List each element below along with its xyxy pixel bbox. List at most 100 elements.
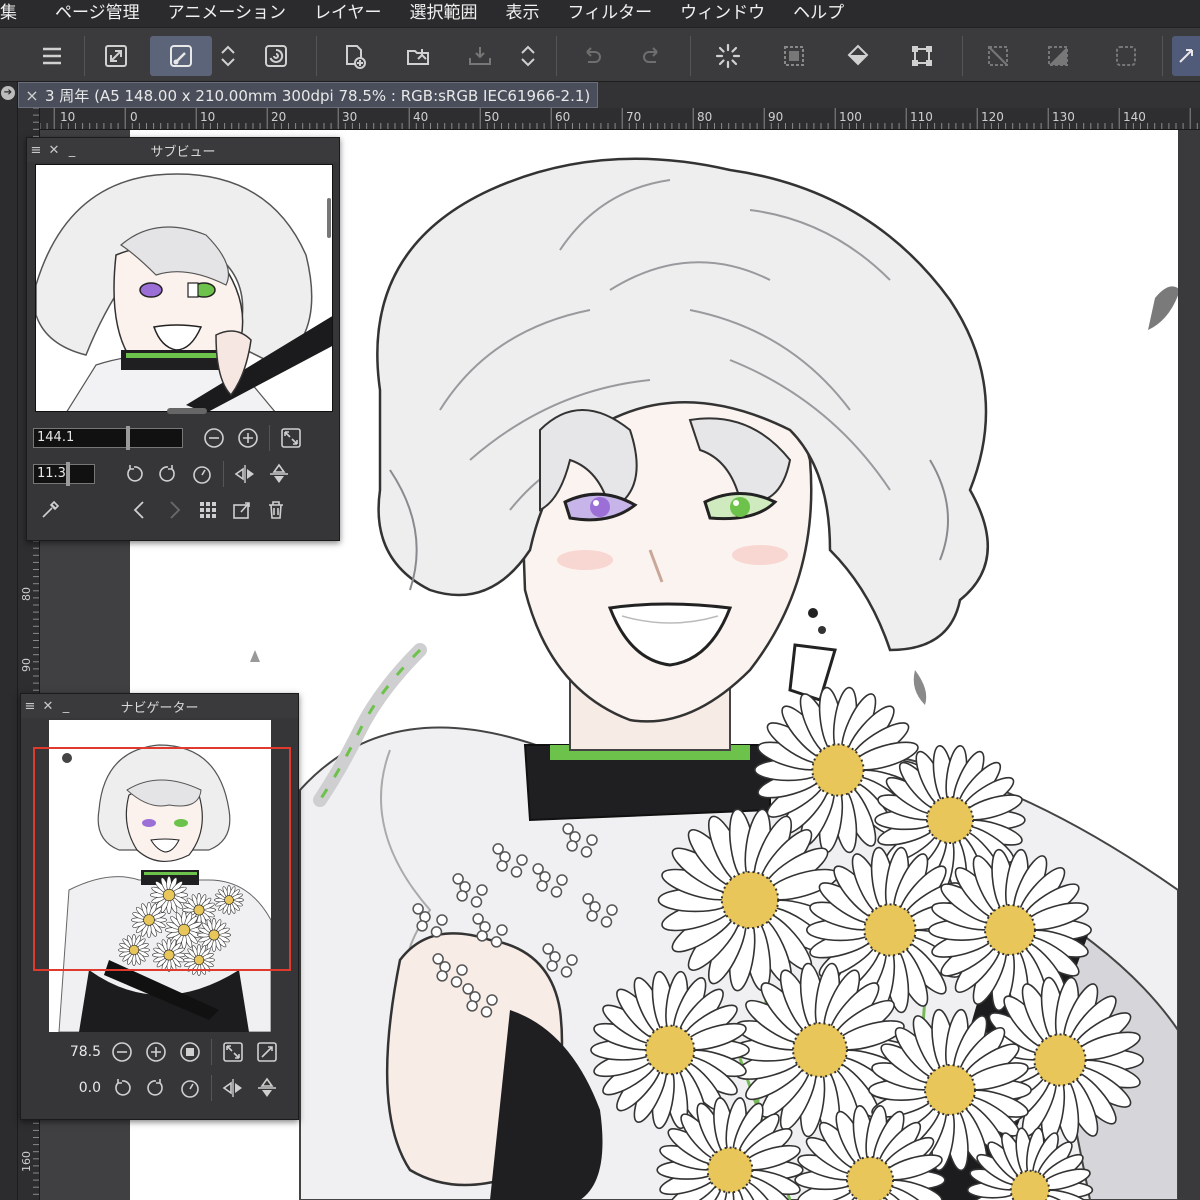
ruler-label: 80: [20, 587, 33, 601]
reset-rotation-icon[interactable]: [185, 459, 219, 489]
layout-icon[interactable]: [1172, 36, 1200, 76]
active-tool-icon[interactable]: [150, 36, 212, 76]
selection-marquee-icon[interactable]: [774, 36, 814, 76]
navigator-titlebar[interactable]: ≡ ✕ _ ナビゲーター: [21, 694, 298, 718]
menu-icon[interactable]: [32, 36, 72, 76]
trash-icon[interactable]: [259, 495, 293, 525]
close-icon[interactable]: ×: [19, 86, 45, 105]
menu-item-edit[interactable]: 集: [0, 0, 41, 27]
ruler-label: 110: [910, 110, 933, 124]
navigator-rotate-value[interactable]: 0.0: [27, 1080, 105, 1096]
ruler-label: 40: [413, 110, 429, 124]
zoom-in-icon[interactable]: [139, 1037, 173, 1067]
chevron-updown-icon[interactable]: [212, 36, 244, 76]
document-tab[interactable]: × 3 周年 (A5 148.00 x 210.00mm 300dpi 78.5…: [18, 82, 598, 108]
ruler-label: 120: [981, 110, 1004, 124]
fit-width-icon[interactable]: [250, 1037, 284, 1067]
flip-horizontal-icon[interactable]: [228, 459, 262, 489]
fit-view-icon[interactable]: [216, 1037, 250, 1067]
minimize-icon[interactable]: _: [63, 143, 81, 158]
previous-icon[interactable]: [123, 495, 157, 525]
menu-item-layer[interactable]: レイヤー: [300, 0, 396, 27]
ruler-label: 90: [768, 110, 784, 124]
ring-icon[interactable]: [256, 36, 296, 76]
subview-rotate-slider[interactable]: 11.3: [33, 462, 95, 486]
command-bar: [0, 27, 1200, 82]
ruler-label: 0: [130, 110, 138, 124]
import-image-icon[interactable]: [225, 495, 259, 525]
menu-item-filter[interactable]: フィルター: [554, 0, 667, 27]
rotate-right-icon[interactable]: [139, 1073, 173, 1103]
actual-size-icon[interactable]: [173, 1037, 207, 1067]
subview-scrollbar[interactable]: [327, 198, 331, 238]
expand-arrow-icon[interactable]: ➔: [1, 86, 15, 100]
navigator-panel: ≡ ✕ _ ナビゲーター 78.5 0.0: [20, 693, 299, 1120]
subview-rotate-value: 11.3: [37, 466, 66, 481]
rotate-right-icon[interactable]: [151, 459, 185, 489]
loading-spinner-icon[interactable]: [708, 36, 748, 76]
ruler-label: 70: [626, 110, 642, 124]
open-folder-icon[interactable]: [398, 36, 438, 76]
close-icon[interactable]: ✕: [45, 143, 63, 158]
zoom-out-icon[interactable]: [197, 423, 231, 453]
eyedropper-icon[interactable]: [33, 495, 67, 525]
left-panel-strip: ➔: [0, 82, 18, 1200]
ruler-label: 60: [555, 110, 571, 124]
fullscreen-icon[interactable]: [96, 36, 136, 76]
menu-item-view[interactable]: 表示: [492, 0, 554, 27]
ruler-label: 50: [484, 110, 500, 124]
panel-menu-icon[interactable]: ≡: [27, 143, 45, 158]
panel-menu-icon[interactable]: ≡: [21, 699, 39, 714]
menu-item-window[interactable]: ウィンドウ: [666, 0, 779, 27]
ruler-label: 100: [839, 110, 862, 124]
clear-selection-icon[interactable]: [978, 36, 1018, 76]
minimize-icon[interactable]: _: [57, 699, 75, 714]
ruler-label: 10: [200, 110, 216, 124]
flip-vertical-icon[interactable]: [262, 459, 296, 489]
document-tab-title: 3 周年 (A5 148.00 x 210.00mm 300dpi 78.5% …: [45, 86, 591, 105]
ruler-label: 30: [342, 110, 358, 124]
clip-studio-window: 集 ページ管理 アニメーション レイヤー 選択範囲 表示 フィルター ウィンドウ…: [0, 0, 1200, 1200]
next-icon[interactable]: [157, 495, 191, 525]
menu-item-selection[interactable]: 選択範囲: [396, 0, 492, 27]
undo-icon[interactable]: [572, 36, 612, 76]
subview-image[interactable]: [35, 164, 333, 412]
invert-selection-icon[interactable]: [1038, 36, 1078, 76]
right-panel-strip: [1178, 130, 1200, 1200]
menu-item-animation[interactable]: アニメーション: [154, 0, 300, 27]
ruler-label: 80: [697, 110, 713, 124]
menu-bar: 集 ページ管理 アニメーション レイヤー 選択範囲 表示 フィルター ウィンドウ…: [0, 0, 1200, 27]
flip-horizontal-icon[interactable]: [216, 1073, 250, 1103]
ruler-label: 90: [20, 658, 33, 672]
ruler-label: 20: [271, 110, 287, 124]
rotate-left-icon[interactable]: [117, 459, 151, 489]
close-icon[interactable]: ✕: [39, 699, 57, 714]
chevron-updown-icon[interactable]: [512, 36, 544, 76]
subview-resize-handle[interactable]: [167, 408, 207, 414]
navigator-view-frame[interactable]: [33, 747, 291, 971]
selection-icon[interactable]: [1106, 36, 1146, 76]
rotate-left-icon[interactable]: [105, 1073, 139, 1103]
subview-zoom-value: 144.1: [37, 430, 75, 445]
navigator-zoom-value[interactable]: 78.5: [27, 1044, 105, 1060]
fill-bucket-icon[interactable]: [838, 36, 878, 76]
ruler-label: 10: [60, 110, 76, 124]
new-file-icon[interactable]: [334, 36, 374, 76]
zoom-out-icon[interactable]: [105, 1037, 139, 1067]
grid-icon[interactable]: [191, 495, 225, 525]
redo-icon[interactable]: [632, 36, 672, 76]
subview-titlebar[interactable]: ≡ ✕ _ サブビュー: [27, 138, 339, 162]
ruler-label: 140: [1123, 110, 1146, 124]
ruler-label: 160: [20, 1151, 33, 1172]
fit-view-icon[interactable]: [274, 423, 308, 453]
menu-item-help[interactable]: ヘルプ: [779, 0, 858, 27]
subview-panel: ≡ ✕ _ サブビュー 144.1 11.3: [26, 137, 340, 541]
flip-vertical-icon[interactable]: [250, 1073, 284, 1103]
save-icon[interactable]: [460, 36, 500, 76]
zoom-in-icon[interactable]: [231, 423, 265, 453]
transform-icon[interactable]: [902, 36, 942, 76]
subview-zoom-slider[interactable]: 144.1: [33, 426, 183, 450]
ruler-label: 130: [1052, 110, 1075, 124]
menu-item-page-management[interactable]: ページ管理: [41, 0, 154, 27]
reset-rotation-icon[interactable]: [173, 1073, 207, 1103]
